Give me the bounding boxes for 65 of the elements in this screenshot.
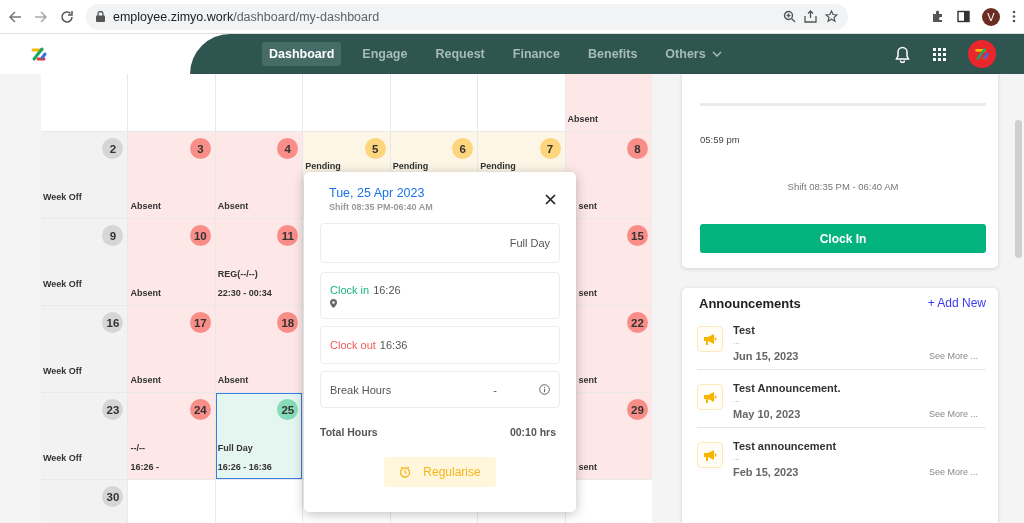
date-badge: 18 [277, 312, 299, 333]
popup-date: Tue, 25 Apr 2023 [329, 186, 426, 200]
day-status-label: 16:26 - [130, 461, 160, 474]
day-status-label: Pending [305, 160, 342, 173]
date-badge: 4 [277, 138, 299, 159]
break-hours-label: Break Hours [330, 383, 392, 396]
announcement-date: Feb 15, 2023 [733, 466, 799, 478]
announcement-date: May 10, 2023 [733, 408, 801, 420]
day-status-label: sent [577, 200, 599, 213]
date-badge: 11 [277, 225, 299, 246]
day-status-label: Week Off [43, 191, 83, 204]
total-hours-label: Total Hours [320, 426, 378, 438]
shift-timing: Shift 08:35 PM - 06:40 AM [786, 181, 900, 192]
day-status-label: sent [577, 374, 599, 387]
date-badge: 29 [627, 399, 648, 420]
date-badge: 6 [452, 138, 474, 159]
announcement-excerpt: ... [733, 336, 741, 347]
day-status-label: sent [577, 287, 599, 300]
clock-in-label: Clock in [330, 283, 370, 296]
popup-shift: Shift 08:35 PM-06:40 AM [329, 202, 433, 212]
date-badge: 25 [277, 399, 299, 420]
day-status-label: REG(--/--) [217, 268, 259, 281]
clock-in-time: 16:26 [373, 283, 401, 296]
total-hours-value: 00:10 hrs [509, 426, 556, 438]
day-status-label: Full Day [217, 442, 254, 455]
day-status-label: --/-- [130, 442, 146, 455]
date-badge: 15 [627, 225, 648, 246]
day-status-label: 16:26 - 16:36 [217, 461, 273, 474]
clock-out-time: 16:36 [379, 339, 408, 351]
date-badge: 7 [539, 138, 561, 159]
date-badge: 2 [102, 138, 124, 159]
announcement-excerpt: ... [733, 452, 741, 463]
date-badge: 16 [102, 312, 124, 333]
url-domain: employee.zimyo.work [113, 9, 234, 24]
day-status-label: sent [577, 461, 599, 474]
day-status-label: Week Off [43, 452, 83, 465]
announcements-title: Announcements [699, 295, 801, 311]
date-badge: 10 [189, 225, 211, 246]
date-badge: 3 [189, 138, 211, 159]
date-badge: 30 [102, 486, 124, 507]
day-status-label: Week Off [43, 278, 83, 291]
day-status-label: Week Off [43, 365, 83, 378]
day-status-label: Pending [392, 160, 430, 173]
day-status-label: 22:30 - 00:34 [217, 287, 273, 300]
day-status-label: Absent [130, 287, 162, 300]
announcement-date: Jun 15, 2023 [733, 350, 799, 362]
day-status-label: Absent [217, 200, 250, 213]
day-status-label: Absent [130, 374, 162, 387]
url-path: /dashboard/my-dashboard [233, 9, 380, 24]
date-badge: 23 [102, 399, 124, 420]
announcement-excerpt: ... [733, 394, 741, 405]
day-status-label: Pending [480, 160, 517, 173]
day-status-label: Absent [130, 200, 162, 213]
date-badge: 24 [189, 399, 211, 420]
date-badge: 5 [364, 138, 386, 159]
clock-out-label: Clock out [330, 339, 376, 351]
day-status-label: Absent [217, 374, 250, 387]
day-type: Full Day [509, 237, 550, 249]
date-badge: 8 [627, 138, 648, 159]
date-badge: 22 [627, 312, 648, 333]
day-status-label: Absent [567, 113, 600, 126]
current-time: 05:59 pm [700, 134, 741, 145]
break-hours-value: - [493, 383, 497, 396]
date-badge: 17 [189, 312, 211, 333]
date-badge: 9 [102, 225, 124, 246]
